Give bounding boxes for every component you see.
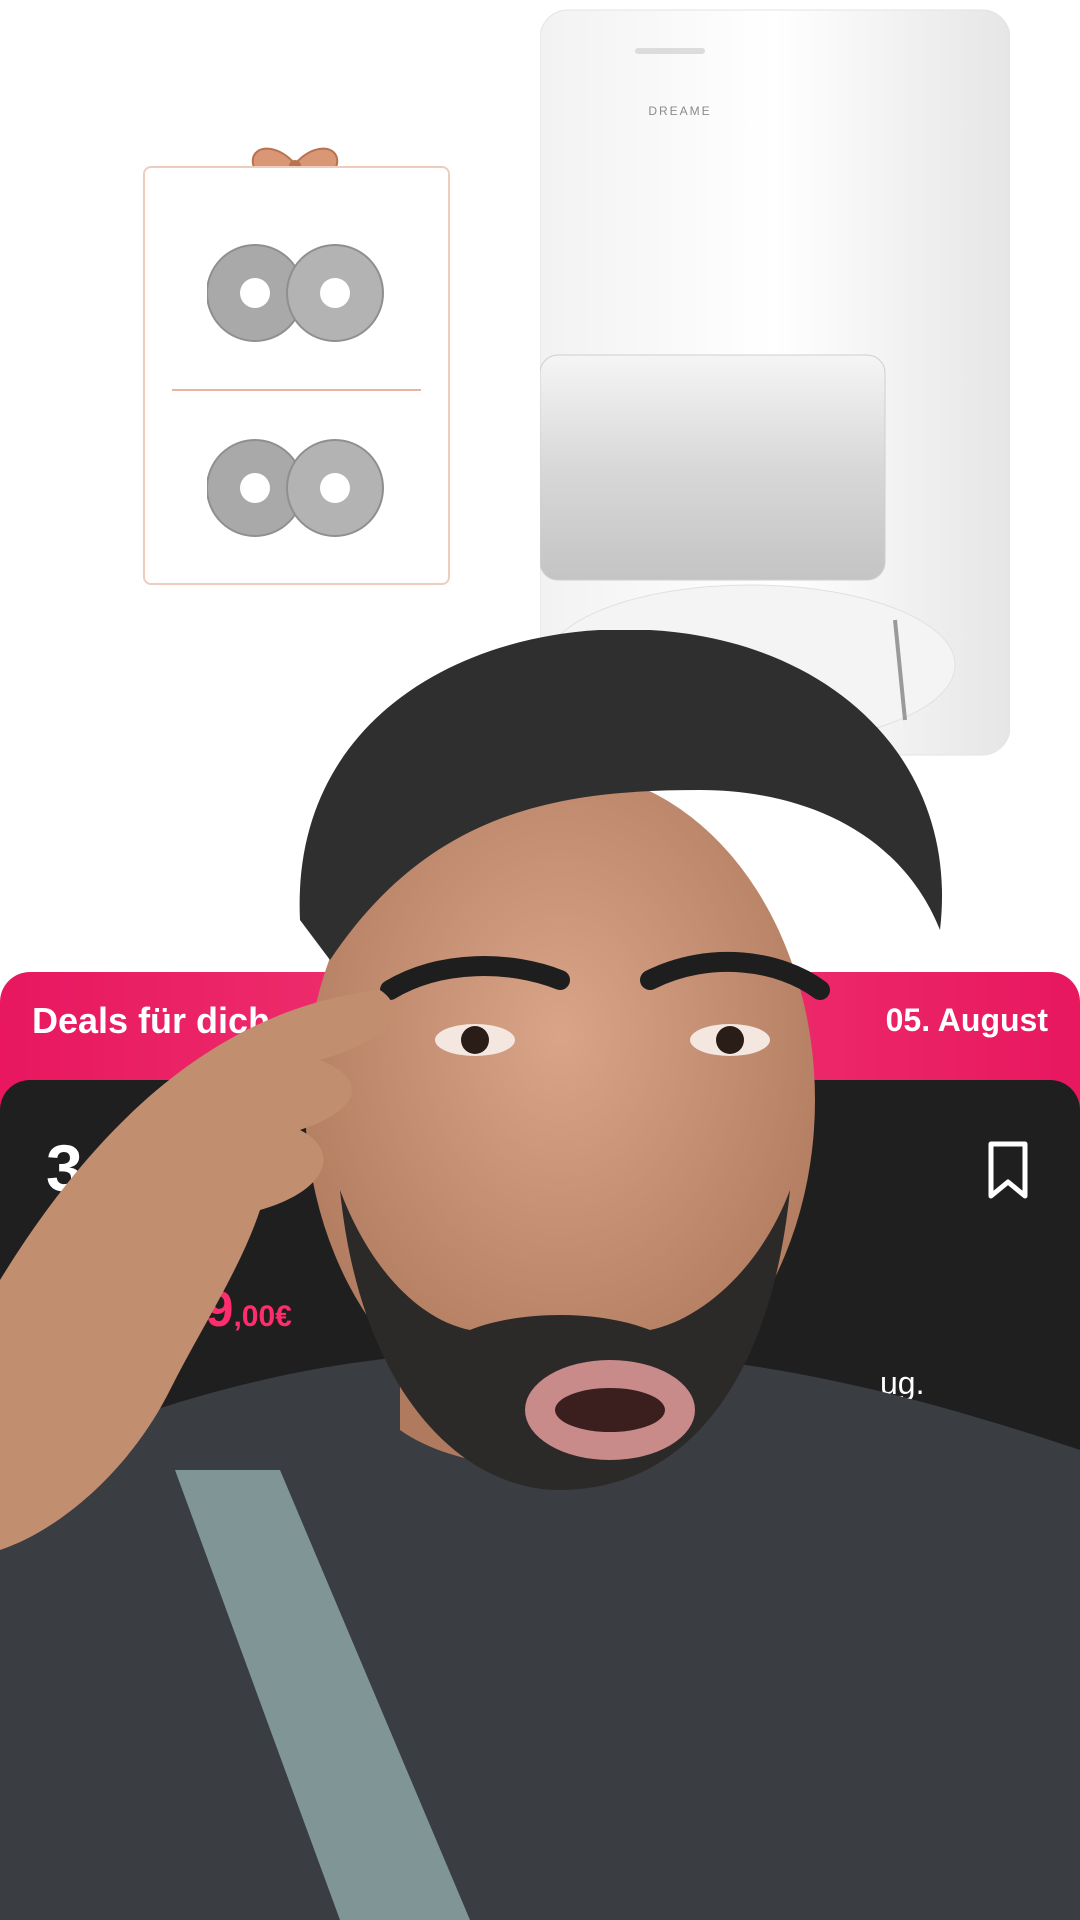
presenter-video	[0, 630, 1080, 1920]
brand-logo: DREAME	[648, 104, 712, 118]
mop-pad-icon	[207, 439, 384, 537]
divider	[172, 389, 421, 391]
mop-pad-icon	[207, 244, 384, 342]
gift-accessories-card	[143, 166, 450, 585]
